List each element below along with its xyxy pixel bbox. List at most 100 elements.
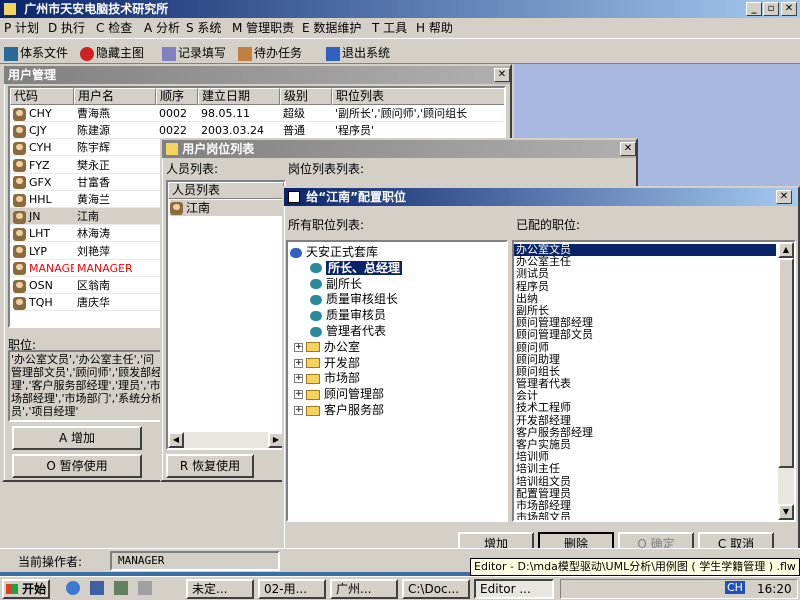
- task-item-4[interactable]: C:\Doc...: [402, 579, 470, 599]
- menu-tools[interactable]: T 工具: [372, 18, 407, 38]
- list-item[interactable]: 客户实施员: [514, 438, 776, 451]
- user-mgmt-close-button[interactable]: ✕: [494, 68, 510, 82]
- config-close-button[interactable]: ✕: [776, 190, 792, 204]
- app-close-button[interactable]: ✕: [781, 2, 797, 16]
- list-item[interactable]: 出纳: [514, 292, 776, 305]
- list-item[interactable]: 开发部经理: [514, 414, 776, 427]
- list-item[interactable]: 培训主任: [514, 463, 776, 475]
- scroll-down-button[interactable]: ▼: [778, 504, 794, 520]
- user-mgmt-titlebar: 用户管理: [4, 66, 510, 84]
- expand-icon[interactable]: +: [294, 406, 303, 415]
- suspend-user-button[interactable]: O 暂停使用: [12, 454, 142, 478]
- tree-node[interactable]: + 办公室: [294, 339, 360, 355]
- table-cell-code: TQH: [10, 294, 74, 311]
- scroll-up-button[interactable]: ▲: [778, 242, 794, 258]
- operator-value: MANAGER: [110, 551, 280, 571]
- expand-icon[interactable]: +: [294, 358, 303, 368]
- menu-help[interactable]: H 帮助: [416, 18, 453, 38]
- toolbar: 体系文件 隐藏主图 记录填写 待办任务 退出系统: [0, 38, 800, 64]
- tree-node[interactable]: 管理者代表: [310, 323, 386, 339]
- scroll-thumb[interactable]: [778, 258, 794, 468]
- app-minimize-button[interactable]: _: [746, 2, 762, 16]
- tree-node[interactable]: + 顾问管理部: [294, 386, 384, 402]
- table-cell-name: 曹海燕: [77, 107, 110, 120]
- menu-check[interactable]: C 检查: [96, 18, 132, 38]
- resume-user-button[interactable]: R 恢复使用: [166, 454, 254, 478]
- assigned-scrollbar[interactable]: ▲ ▼: [778, 242, 794, 520]
- toolbar-todo-button[interactable]: 待办任务: [238, 41, 302, 65]
- col-code[interactable]: 代码: [10, 88, 74, 105]
- tree-node[interactable]: + 开发部: [294, 355, 360, 371]
- menu-plan[interactable]: P 计划: [4, 18, 39, 38]
- list-item[interactable]: 顾问师: [514, 341, 776, 354]
- tree-node[interactable]: 质量审核组长: [310, 291, 398, 307]
- list-item[interactable]: 程序员: [514, 280, 776, 293]
- table-cell-name: 甘富香: [77, 175, 110, 189]
- task-item-3[interactable]: 广州...: [330, 579, 398, 599]
- task-item-1[interactable]: 未定...: [186, 579, 254, 599]
- tree-node[interactable]: + 客户服务部: [294, 402, 384, 418]
- tree-node[interactable]: 质量审核员: [310, 307, 386, 323]
- people-hscroll[interactable]: ◀ ▶: [168, 432, 284, 448]
- toolbar-docs-button[interactable]: 体系文件: [4, 41, 68, 65]
- people-list-item[interactable]: 江南: [170, 200, 282, 216]
- list-item[interactable]: 办公室主任: [514, 256, 776, 268]
- expand-icon[interactable]: +: [294, 390, 303, 400]
- add-user-button[interactable]: A 增加: [12, 426, 142, 450]
- expand-icon[interactable]: +: [294, 342, 303, 352]
- menu-analyze[interactable]: A 分析: [144, 18, 180, 38]
- list-item[interactable]: 培训组文员: [514, 475, 776, 488]
- ie-icon[interactable]: [66, 581, 80, 595]
- table-row[interactable]: CHY 曹海燕 0002 98.05.11 超级 '副所长','顾问师','顾问组长: [10, 105, 504, 122]
- assigned-rows: 办公室文员 办公室主任 测试员 程序员 出纳 副所长 顾问管理部经理 顾问管理部文员 顾问师 顾问…: [514, 243, 776, 520]
- table-cell-code: CYH: [10, 139, 74, 156]
- list-item[interactable]: 技术工程师: [514, 402, 776, 414]
- task-item-5[interactable]: Editor ...: [474, 579, 554, 599]
- table-row[interactable]: CJY 陈建源 0022 2003.03.24 普通 '程序员': [10, 122, 504, 140]
- table-cell-code: HHL: [10, 191, 74, 208]
- user-icon: [13, 141, 26, 155]
- list-item[interactable]: 市场部文员: [514, 512, 776, 520]
- table-cell-order: 0022: [159, 124, 187, 138]
- col-level[interactable]: 级别: [280, 88, 332, 105]
- list-item[interactable]: 测试员: [514, 268, 776, 280]
- table-cell-name: 唐庆华: [77, 296, 110, 310]
- user-icon: [13, 210, 26, 224]
- desktop-icon[interactable]: [114, 581, 128, 595]
- menu-system[interactable]: S 系统: [186, 18, 221, 38]
- operator-label: 当前操作者:: [18, 555, 83, 569]
- tree-node[interactable]: 所长、总经理: [310, 260, 403, 276]
- table-cell-name: 陈宇辉: [77, 141, 110, 155]
- menu-data[interactable]: E 数据维护: [302, 18, 361, 38]
- toolbar-hide-button[interactable]: 隐藏主图: [80, 41, 144, 65]
- outlook-icon[interactable]: [90, 581, 104, 595]
- app-restore-button[interactable]: ▫: [763, 2, 779, 16]
- user-pos-close-button[interactable]: ✕: [620, 142, 636, 156]
- table-cell-level: 普通: [283, 124, 305, 138]
- menu-bar: P 计划 D 执行 C 检查 A 分析 S 系统 M 管理职责 E 数据维护 T…: [0, 18, 800, 38]
- toolbar-record-button[interactable]: 记录填写: [162, 41, 226, 65]
- col-date[interactable]: 建立日期: [198, 88, 280, 105]
- trash-icon[interactable]: [138, 581, 152, 595]
- user-icon: [170, 202, 183, 215]
- tree-node[interactable]: 副所长: [310, 276, 362, 292]
- tree-node[interactable]: + 市场部: [294, 370, 360, 386]
- menu-execute[interactable]: D 执行: [48, 18, 85, 38]
- start-button[interactable]: 开始: [2, 579, 50, 599]
- list-item[interactable]: 管理者代表: [514, 377, 776, 390]
- col-positions[interactable]: 职位列表: [332, 88, 504, 105]
- expand-icon[interactable]: +: [294, 374, 303, 384]
- tree-node[interactable]: 天安正式套库: [290, 244, 378, 260]
- system-tray: CH 16:20: [560, 579, 798, 599]
- col-order[interactable]: 顺序: [156, 88, 198, 105]
- table-cell-code: CHY: [10, 105, 74, 122]
- list-item[interactable]: 顾问管理部文员: [514, 329, 776, 341]
- task-item-2[interactable]: 02-用...: [258, 579, 326, 599]
- table-cell-name: 江南: [77, 210, 99, 224]
- toolbar-exit-button[interactable]: 退出系统: [326, 41, 390, 65]
- col-name[interactable]: 用户名: [74, 88, 156, 105]
- menu-mgmt[interactable]: M 管理职责: [232, 18, 294, 38]
- scroll-left-button[interactable]: ◀: [168, 432, 184, 448]
- ime-indicator[interactable]: CH: [725, 581, 745, 594]
- people-list-header[interactable]: 人员列表: [168, 182, 284, 199]
